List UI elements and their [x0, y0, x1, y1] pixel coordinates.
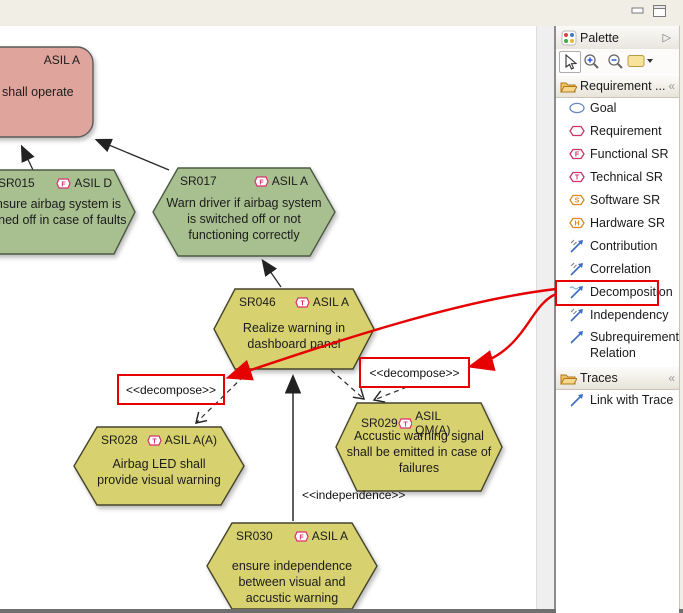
zoom-out-button[interactable]	[605, 51, 625, 71]
zoom-in-button[interactable]	[581, 51, 601, 71]
decompose-text: <<decompose>>	[369, 366, 459, 380]
palette-item-software-sr[interactable]: S Software SR	[556, 188, 679, 211]
palette-toolbar	[556, 49, 679, 75]
maximize-button[interactable]	[652, 4, 668, 18]
cursor-icon	[563, 54, 577, 70]
technical-sr-icon: T	[295, 297, 310, 308]
functional-sr-icon: F	[254, 176, 269, 187]
asil-label: ASIL A(A)	[165, 433, 217, 447]
node-id: SR046	[239, 295, 276, 309]
svg-text:T: T	[403, 421, 408, 428]
goal-icon	[569, 102, 585, 114]
decompose-label-right[interactable]: <<decompose>>	[359, 357, 470, 388]
svg-text:F: F	[259, 179, 264, 186]
svg-text:T: T	[575, 174, 580, 181]
drawer-requirement[interactable]: Requirement ... «	[556, 74, 679, 98]
independence-label: <<independence>>	[302, 488, 405, 502]
node-id: SR028	[101, 433, 138, 447]
independency-icon	[569, 308, 585, 322]
select-tool-button[interactable]	[559, 51, 581, 73]
asil-label: ASIL A	[313, 295, 349, 309]
palette-item-correlation[interactable]: Correlation	[556, 257, 679, 280]
technical-sr-icon: T	[569, 171, 585, 183]
asil-label: ASIL A	[312, 529, 348, 543]
node-body: ensure airbag system is turned off in ca…	[0, 196, 130, 228]
node-body: Accustic warning signal shall be emitted…	[343, 428, 495, 476]
node-id: SR030	[236, 529, 273, 543]
functional-sr-icon: F	[569, 148, 585, 160]
palette-item-hardware-sr[interactable]: H Hardware SR	[556, 211, 679, 234]
decompose-label-left[interactable]: <<decompose>>	[117, 374, 225, 405]
palette-header[interactable]: Palette ▷	[556, 26, 679, 50]
svg-text:T: T	[300, 300, 305, 307]
minimize-button[interactable]	[630, 4, 646, 18]
link-with-trace-icon	[569, 393, 585, 407]
zoom-in-icon	[583, 53, 600, 70]
note-tool-button[interactable]	[627, 51, 653, 71]
svg-text:H: H	[574, 220, 579, 227]
palette-icon	[561, 30, 577, 46]
palette-panel: Palette ▷ Requirement ... « Goal	[556, 26, 679, 613]
palette-item-functional-sr[interactable]: F Functional SR	[556, 142, 679, 165]
node-body: Warn driver if airbag system is switched…	[163, 195, 325, 243]
note-icon	[627, 54, 653, 68]
node-sr017[interactable]: SR017 F ASIL A Warn driver if airbag sys…	[152, 167, 336, 257]
palette-title: Palette	[580, 31, 619, 45]
requirement-icon	[569, 125, 585, 137]
node-id: SR017	[180, 174, 217, 188]
pin-drawer-icon[interactable]: «	[668, 79, 673, 93]
technical-sr-icon: T	[147, 435, 162, 446]
asil-label: ASIL A	[272, 174, 308, 188]
node-body: shall operate	[2, 84, 74, 100]
correlation-icon	[569, 262, 585, 276]
node-body: ensure independence between visual and a…	[222, 558, 362, 606]
svg-text:T: T	[152, 438, 157, 445]
node-body: Realize warning in dashboard panel	[229, 320, 359, 352]
decompose-text: <<decompose>>	[126, 383, 216, 397]
palette-item-technical-sr[interactable]: T Technical SR	[556, 165, 679, 188]
palette-item-independency[interactable]: Independency	[556, 303, 679, 326]
hardware-sr-icon: H	[569, 217, 585, 229]
asil-label: ASIL D	[74, 176, 112, 190]
subrequirement-relation-icon	[569, 330, 585, 344]
requirement-diagram-editor: ASIL A shall operate SR015 F ASIL D ensu…	[0, 0, 683, 613]
palette-item-link-with-trace[interactable]: Link with Trace	[556, 388, 679, 411]
node-body: Airbag LED shall provide visual warning	[93, 456, 225, 488]
drawer-label: Traces	[580, 371, 618, 385]
asil-label: ASIL A	[44, 53, 80, 67]
right-edge-strip	[679, 26, 683, 613]
palette-item-requirement[interactable]: Requirement	[556, 119, 679, 142]
svg-text:F: F	[575, 151, 580, 158]
folder-icon	[560, 80, 577, 93]
collapse-arrow-icon[interactable]: ▷	[663, 31, 671, 44]
palette-item-goal[interactable]: Goal	[556, 96, 679, 119]
node-sr029[interactable]: SR029 T ASIL QM(A) Accustic warning sign…	[335, 402, 503, 492]
titlebar	[0, 0, 683, 27]
zoom-out-icon	[607, 53, 624, 70]
drawer-traces[interactable]: Traces «	[556, 366, 679, 390]
node-sr030[interactable]: SR030 F ASIL A ensure independence betwe…	[206, 522, 378, 609]
node-id: SR015	[0, 176, 35, 190]
pin-drawer-icon[interactable]: «	[668, 371, 673, 385]
node-sr028[interactable]: SR028 T ASIL A(A) Airbag LED shall provi…	[73, 426, 245, 506]
diagram-canvas[interactable]: ASIL A shall operate SR015 F ASIL D ensu…	[0, 26, 536, 609]
folder-icon	[560, 372, 577, 385]
palette-item-subrequirement-relation[interactable]: Subrequirement Relation	[556, 326, 679, 366]
svg-text:F: F	[299, 534, 304, 541]
svg-text:F: F	[62, 181, 67, 188]
contribution-icon	[569, 239, 585, 253]
decomposition-highlight-box	[555, 280, 659, 306]
software-sr-icon: S	[569, 194, 585, 206]
svg-text:S: S	[575, 197, 580, 204]
palette-item-contribution[interactable]: Contribution	[556, 234, 679, 257]
node-sr015[interactable]: SR015 F ASIL D ensure airbag system is t…	[0, 169, 136, 255]
vertical-scrollbar[interactable]	[536, 26, 556, 613]
technical-sr-icon: T	[398, 418, 412, 429]
node-sr046[interactable]: SR046 T ASIL A Realize warning in dashbo…	[213, 288, 375, 370]
node-goal[interactable]: ASIL A shall operate	[0, 46, 94, 138]
functional-sr-icon: F	[56, 178, 71, 189]
functional-sr-icon: F	[294, 531, 309, 542]
drawer-label: Requirement ...	[580, 79, 665, 93]
